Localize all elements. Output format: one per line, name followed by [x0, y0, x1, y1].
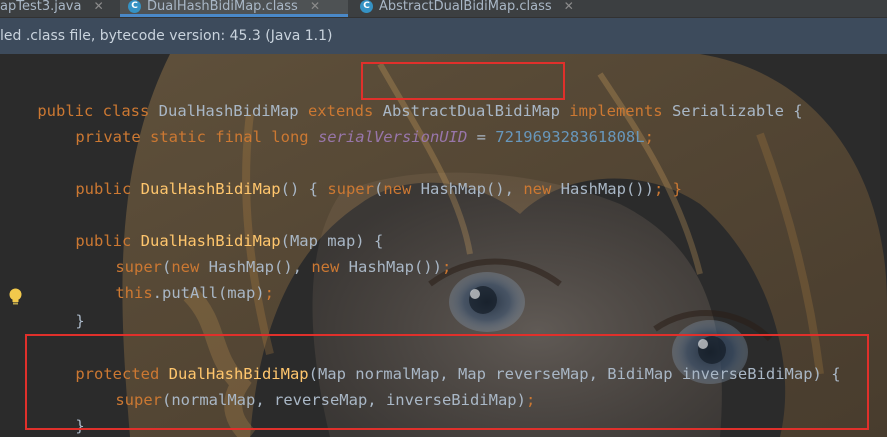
- keyword: new: [523, 180, 561, 198]
- tab-maptest3[interactable]: apTest3.java ✕: [0, 0, 114, 17]
- code-line-serial-uid: private static final long serialVersionU…: [38, 98, 654, 146]
- constructor-name: DualHashBidiMap: [140, 180, 281, 198]
- code-text: HashMap()): [348, 258, 442, 276]
- code-line-map-ctor: public DualHashBidiMap(Map map) {: [38, 202, 383, 250]
- code-line-default-ctor: public DualHashBidiMap() { super(new Has…: [38, 150, 682, 198]
- keyword: public: [75, 180, 141, 198]
- code-line-putall: this.putAll(map);: [78, 254, 274, 302]
- code-line-super-call: super(new HashMap(), new HashMap());: [78, 228, 451, 276]
- code-editor[interactable]: public class DualHashBidiMap extends Abs…: [0, 54, 887, 437]
- number-literal: 721969328361808L: [495, 128, 645, 146]
- decompiled-banner: led .class file, bytecode version: 45.3 …: [0, 18, 887, 54]
- keyword: super: [327, 180, 374, 198]
- tab-label: apTest3.java: [0, 0, 82, 14]
- code-text: HashMap()): [560, 180, 654, 198]
- semicolon: ;: [644, 128, 654, 146]
- keyword: private static final long: [75, 128, 318, 146]
- code-text: (: [373, 180, 384, 198]
- highlight-protected-ctor: [25, 334, 869, 430]
- code-text: () {: [280, 180, 328, 198]
- keyword: this: [115, 284, 153, 302]
- semicolon: ;: [264, 284, 274, 302]
- close-icon[interactable]: ✕: [310, 0, 320, 13]
- class-file-icon: C: [128, 0, 141, 13]
- close-icon[interactable]: ✕: [564, 0, 574, 13]
- tab-label: AbstractDualBidiMap.class: [379, 0, 552, 14]
- class-file-icon: C: [360, 0, 373, 13]
- keyword: new: [311, 258, 349, 276]
- code-text: HashMap(),: [420, 180, 524, 198]
- code-text: ; }: [653, 180, 682, 198]
- tab-abstractdualbidimap[interactable]: C AbstractDualBidiMap.class ✕: [356, 0, 610, 17]
- tab-dualhashbidimap[interactable]: C DualHashBidiMap.class ✕: [120, 0, 348, 17]
- code-text: .putAll(map): [152, 284, 265, 302]
- tab-label: DualHashBidiMap.class: [147, 0, 298, 14]
- code-line-close-brace: }: [38, 282, 84, 330]
- keyword: new: [383, 180, 421, 198]
- code-text: }: [75, 312, 85, 330]
- close-icon[interactable]: ✕: [94, 0, 104, 13]
- banner-text: led .class file, bytecode version: 45.3 …: [0, 28, 333, 44]
- field-name: serialVersionUID: [317, 128, 468, 146]
- editor-tab-bar: apTest3.java ✕ C DualHashBidiMap.class ✕ …: [0, 0, 887, 18]
- highlight-parent-class: [361, 62, 565, 100]
- interface-name: Serializable {: [671, 102, 803, 120]
- semicolon: ;: [441, 258, 452, 276]
- operator: =: [467, 128, 496, 146]
- lightbulb-icon[interactable]: [8, 288, 23, 306]
